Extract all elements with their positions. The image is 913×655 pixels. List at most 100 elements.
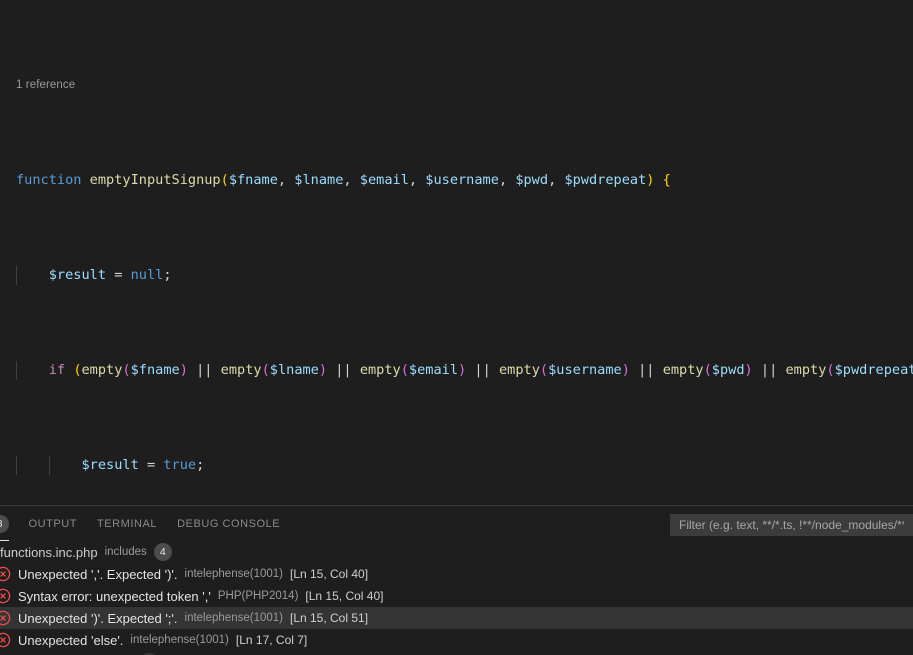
token-brace-open: { xyxy=(662,172,671,188)
problem-location: [Ln 17, Col 7] xyxy=(235,633,308,647)
token-or-2: || xyxy=(327,362,360,378)
tab-debug-console-label: DEBUG CONSOLE xyxy=(177,517,281,530)
token-var-email: $email xyxy=(359,172,409,188)
token-paren2d: ) xyxy=(318,362,328,378)
token-paren2k: ( xyxy=(826,362,835,378)
token-or-4: || xyxy=(629,362,663,378)
error-icon xyxy=(0,610,11,626)
problem-source: intelephense(1001) xyxy=(184,612,283,624)
token-arg-username: $username xyxy=(548,362,622,378)
bottom-panel: EMS 8 OUTPUT TERMINAL DEBUG CONSOLE xyxy=(0,505,913,655)
token-paren2g: ( xyxy=(539,362,549,378)
token-assign: = xyxy=(106,267,131,283)
token-or-3: || xyxy=(466,362,499,378)
tab-debug-console[interactable]: DEBUG CONSOLE xyxy=(167,506,290,541)
token-comma3: , xyxy=(408,172,426,188)
problem-source: PHP(PHP2014) xyxy=(217,590,299,602)
code-content[interactable]: 1 reference function emptyInputSignup($f… xyxy=(0,0,913,505)
error-icon xyxy=(0,566,11,582)
token-var-fname: $fname xyxy=(228,172,278,188)
token-keyword-if: if xyxy=(48,362,66,378)
error-icon xyxy=(0,632,11,648)
problem-location: [Ln 15, Col 40] xyxy=(289,567,369,581)
token-or-1: || xyxy=(187,362,221,378)
problem-location: [Ln 15, Col 51] xyxy=(289,611,369,625)
token-comma4: , xyxy=(498,172,516,188)
token-var-pwd: $pwd xyxy=(515,172,549,188)
code-editor[interactable]: 1 reference function emptyInputSignup($f… xyxy=(0,0,913,505)
token-function-name: emptyInputSignup xyxy=(89,172,221,188)
token-call-empty-5: empty xyxy=(662,362,704,378)
problems-file-group[interactable]: functions.inc.php includes 4 xyxy=(0,541,913,563)
token-var-pwdrepeat: $pwdrepeat xyxy=(564,172,647,188)
problems-filter-input[interactable] xyxy=(677,517,906,533)
problem-location: [Ln 15, Col 40] xyxy=(305,589,384,603)
code-line-2: $result = null; xyxy=(0,266,913,285)
problems-next-group-partial[interactable] xyxy=(0,651,913,655)
problem-source: intelephense(1001) xyxy=(184,568,283,580)
token-arg-pwd: $pwd xyxy=(711,362,745,378)
token-call-empty-2: empty xyxy=(220,362,262,378)
token-call-empty-6: empty xyxy=(785,362,827,378)
token-space2 xyxy=(654,172,662,188)
code-line-1: function emptyInputSignup($fname, $lname… xyxy=(0,171,913,190)
token-arg-fname: $fname xyxy=(130,362,180,378)
problem-message: Syntax error: unexpected token ',' xyxy=(18,588,211,604)
problem-row-selected[interactable]: Unexpected ')'. Expected ';'. intelephen… xyxy=(0,607,913,629)
token-call-empty-4: empty xyxy=(498,362,540,378)
problem-message: Unexpected ')'. Expected ';'. xyxy=(18,610,178,626)
tab-terminal-label: TERMINAL xyxy=(97,517,158,530)
problem-row[interactable]: Syntax error: unexpected token ',' PHP(P… xyxy=(0,585,913,607)
code-line-4: $result = true; xyxy=(0,456,913,475)
tab-problems[interactable]: EMS 8 xyxy=(0,506,19,541)
problems-count-badge: 8 xyxy=(0,514,9,533)
token-semicolon-2: ; xyxy=(196,457,205,473)
problem-row[interactable]: Unexpected ','. Expected ')'. intelephen… xyxy=(0,563,913,585)
token-arg-lname: $lname xyxy=(269,362,319,378)
problems-filter-box[interactable] xyxy=(670,514,913,536)
token-var-result: $result xyxy=(48,267,107,283)
codelens-reference-1[interactable]: 1 reference xyxy=(0,76,913,95)
problem-row[interactable]: Unexpected 'else'. intelephense(1001) [L… xyxy=(0,629,913,651)
token-true: true xyxy=(163,457,197,473)
token-keyword-function: function xyxy=(16,172,82,188)
token-paren2e: ( xyxy=(400,362,409,378)
problem-message: Unexpected ','. Expected ')'. xyxy=(18,566,178,582)
token-call-empty-3: empty xyxy=(359,362,401,378)
token-comma2: , xyxy=(343,172,360,188)
error-icon xyxy=(0,588,11,604)
token-comma5: , xyxy=(548,172,565,188)
panel-tabs: EMS 8 OUTPUT TERMINAL DEBUG CONSOLE xyxy=(0,506,290,541)
token-var-lname: $lname xyxy=(294,172,344,188)
token-call-empty-1: empty xyxy=(81,362,123,378)
token-paren2j: ) xyxy=(744,362,753,378)
token-null: null xyxy=(130,267,164,283)
problems-file-name: functions.inc.php xyxy=(0,544,98,560)
token-arg-pwdrepeat: $pwdrepeat xyxy=(834,362,913,378)
problems-list[interactable]: functions.inc.php includes 4 Unexpected … xyxy=(0,541,913,655)
problems-file-folder: includes xyxy=(104,546,147,558)
token-paren2c: ( xyxy=(261,362,270,378)
token-assign-2: = xyxy=(138,457,164,473)
panel-header: EMS 8 OUTPUT TERMINAL DEBUG CONSOLE xyxy=(0,506,913,541)
token-paren2a: ( xyxy=(122,362,131,378)
token-comma: , xyxy=(277,172,295,188)
token-var-username: $username xyxy=(425,172,499,188)
token-paren2h: ) xyxy=(621,362,630,378)
token-paren2f: ) xyxy=(458,362,467,378)
token-paren2i: ( xyxy=(703,362,712,378)
token-paren2b: ) xyxy=(179,362,188,378)
token-paren-open: ( xyxy=(220,172,229,188)
token-paren1-open: ( xyxy=(73,362,82,378)
tab-terminal[interactable]: TERMINAL xyxy=(87,506,167,541)
tab-output-label: OUTPUT xyxy=(28,517,78,530)
tab-output[interactable]: OUTPUT xyxy=(19,506,88,541)
token-or-5: || xyxy=(752,362,786,378)
problem-message: Unexpected 'else'. xyxy=(18,632,124,648)
token-var-result-2: $result xyxy=(81,457,139,473)
problems-file-count-badge: 4 xyxy=(153,543,172,561)
problem-source: intelephense(1001) xyxy=(130,634,229,646)
token-arg-email: $email xyxy=(408,362,459,378)
code-line-3: if (empty($fname) || empty($lname) || em… xyxy=(0,361,913,380)
